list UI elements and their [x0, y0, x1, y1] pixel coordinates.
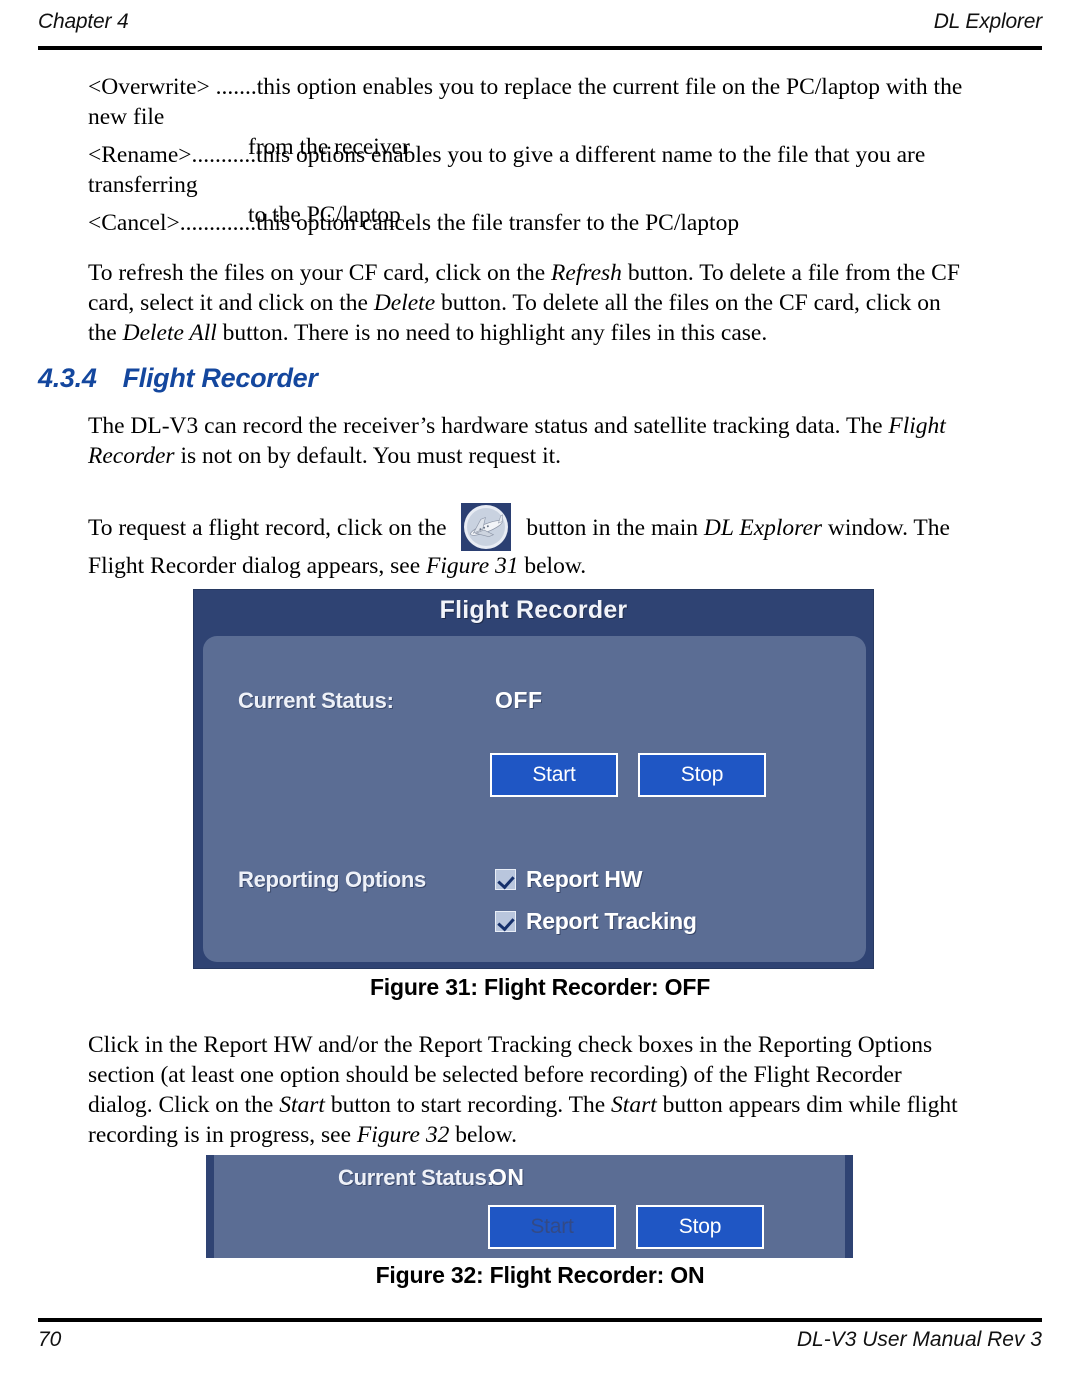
text-run: below. [449, 1122, 517, 1148]
current-status-value: ON [489, 1164, 525, 1190]
page-number: 70 [38, 1328, 62, 1351]
emphasis-delete-all: Delete All [122, 320, 217, 346]
definition-term: <Rename>........... [88, 142, 257, 168]
header-chapter-label: Chapter 4 [38, 10, 129, 33]
page-header: Chapter 4 DL Explorer [38, 10, 1042, 44]
dialog-panel: Current Status: OFF Start Stop Reporting… [203, 636, 866, 962]
section-number: 4.3.4 [38, 363, 97, 393]
figure-31-caption: Figure 31: Flight Recorder: OFF [369, 974, 711, 1000]
figure-32-caption: Figure 32: Flight Recorder: ON [375, 1262, 705, 1288]
start-button[interactable]: Start [488, 1205, 616, 1249]
current-status-value: OFF [495, 687, 543, 713]
definition-term: <Overwrite> ....... [88, 74, 257, 100]
header-section-label: DL Explorer [933, 10, 1042, 33]
reporting-options-label: Reporting Options [238, 867, 426, 892]
checkbox-row-report-hw[interactable]: Report HW [495, 864, 642, 894]
emphasis-refresh: Refresh [551, 260, 622, 286]
text-run: is not on by default. You must request i… [174, 443, 562, 469]
text-run: button to start recording. The [324, 1092, 612, 1118]
start-button[interactable]: Start [490, 753, 618, 797]
footer-rule [38, 1318, 1042, 1322]
definition-description: this option cancels the file transfer to… [256, 210, 740, 236]
current-status-label: Current Status: [338, 1165, 494, 1190]
text-run: button. There is no need to highlight an… [216, 320, 768, 346]
emphasis-start-2: Start [611, 1092, 657, 1118]
section-title: Flight Recorder [122, 363, 318, 393]
text-run: button in the main [520, 515, 704, 541]
stop-button[interactable]: Stop [636, 1205, 764, 1249]
emphasis-dl-explorer: DL Explorer [703, 515, 823, 541]
definition-term: <Cancel>............. [88, 210, 257, 236]
header-rule [38, 46, 1042, 50]
current-status-label: Current Status: [238, 688, 394, 713]
definition-item-cancel: <Cancel>.............this option cancels… [88, 208, 988, 238]
recorder-button-group: Start Stop [488, 1205, 788, 1249]
paragraph-request-flight-record: To request a flight record, click on the… [88, 503, 968, 581]
checkbox-row-report-tracking[interactable]: Report Tracking [495, 906, 697, 936]
emphasis-figure-31: Figure 31 [426, 553, 519, 579]
checkbox-label-report-tracking: Report Tracking [526, 907, 697, 934]
emphasis-figure-32: Figure 32 [356, 1122, 450, 1148]
current-status-row: Current Status: ON [214, 1164, 845, 1195]
airplane-icon[interactable] [458, 503, 514, 551]
footer-manual-label: DL-V3 User Manual Rev 3 [796, 1328, 1042, 1351]
paragraph-checkbox-instructions: Click in the Report HW and/or the Report… [88, 1030, 968, 1150]
paragraph-refresh-delete: To refresh the files on your CF card, cl… [88, 258, 968, 348]
recorder-button-group: Start Stop [490, 753, 790, 797]
text-run: The DL-V3 can record the receiver’s hard… [88, 413, 889, 439]
emphasis-delete: Delete [373, 290, 436, 316]
checkbox-report-tracking[interactable] [495, 910, 516, 932]
emphasis-start-1: Start [279, 1092, 325, 1118]
paragraph-intro: The DL-V3 can record the receiver’s hard… [88, 411, 968, 471]
checkbox-report-hw[interactable] [495, 868, 516, 890]
checkbox-label-report-hw: Report HW [526, 865, 643, 892]
dialog-title: Flight Recorder [439, 596, 628, 624]
flight-recorder-dialog-off[interactable]: Flight Recorder Current Status: OFF Star… [193, 589, 874, 969]
current-status-row: Current Status: OFF [203, 687, 866, 720]
text-run: To request a flight record, click on the [88, 515, 453, 541]
flight-recorder-dialog-on[interactable]: Current Status: ON Start Stop [206, 1155, 853, 1258]
text-run: below. [518, 553, 587, 579]
stop-button[interactable]: Stop [638, 753, 766, 797]
page-footer: 70 DL-V3 User Manual Rev 3 [38, 1328, 1042, 1362]
section-heading-flight-recorder: 4.3.4 Flight Recorder [38, 363, 318, 394]
text-run: To refresh the files on your CF card, cl… [88, 260, 552, 286]
